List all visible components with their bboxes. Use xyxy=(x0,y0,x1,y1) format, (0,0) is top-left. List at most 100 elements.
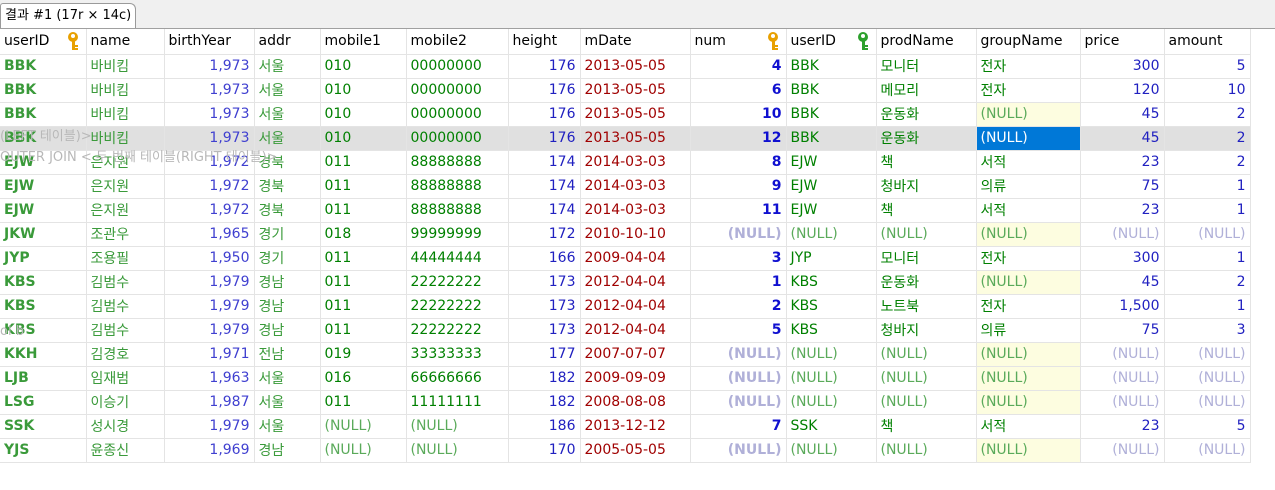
cell-birthyear[interactable]: 1,973 xyxy=(164,54,255,79)
cell-name[interactable]: 바비킴 xyxy=(86,54,165,79)
cell-userid-2[interactable]: (NULL) xyxy=(786,390,877,415)
cell-name[interactable]: 은지원 xyxy=(86,150,165,175)
cell-mdate[interactable]: 2005-05-05 xyxy=(580,438,691,463)
cell-prodname[interactable]: 운동화 xyxy=(876,126,977,151)
cell-userid[interactable]: LSG xyxy=(0,390,87,415)
cell-mdate[interactable]: 2013-05-05 xyxy=(580,54,691,79)
cell-prodname[interactable]: (NULL) xyxy=(876,222,977,247)
cell-mobile2[interactable]: 99999999 xyxy=(406,222,509,247)
cell-addr[interactable]: 전남 xyxy=(254,342,321,367)
cell-amount[interactable]: 5 xyxy=(1164,54,1251,79)
cell-price[interactable]: 300 xyxy=(1080,54,1165,79)
cell-mobile2[interactable]: (NULL) xyxy=(406,438,509,463)
column-header-price[interactable]: price xyxy=(1080,29,1165,55)
cell-num[interactable]: 7 xyxy=(690,414,787,439)
cell-mobile1[interactable]: 010 xyxy=(320,102,407,127)
cell-userid-2[interactable]: (NULL) xyxy=(786,366,877,391)
cell-name[interactable]: 바비킴 xyxy=(86,126,165,151)
cell-groupname[interactable]: 전자 xyxy=(976,246,1081,271)
cell-num[interactable]: 5 xyxy=(690,318,787,343)
cell-userid-2[interactable]: (NULL) xyxy=(786,222,877,247)
cell-addr[interactable]: 경남 xyxy=(254,438,321,463)
cell-name[interactable]: 조관우 xyxy=(86,222,165,247)
cell-mdate[interactable]: 2012-04-04 xyxy=(580,294,691,319)
cell-birthyear[interactable]: 1,965 xyxy=(164,222,255,247)
cell-addr[interactable]: 경기 xyxy=(254,222,321,247)
cell-price[interactable]: 120 xyxy=(1080,78,1165,103)
cell-name[interactable]: 김범수 xyxy=(86,318,165,343)
cell-userid-2[interactable]: (NULL) xyxy=(786,438,877,463)
cell-mobile2[interactable]: 11111111 xyxy=(406,390,509,415)
cell-amount[interactable]: 2 xyxy=(1164,126,1251,151)
cell-name[interactable]: 김범수 xyxy=(86,294,165,319)
cell-userid-2[interactable]: EJW xyxy=(786,150,877,175)
cell-num[interactable]: 2 xyxy=(690,294,787,319)
cell-amount[interactable]: 2 xyxy=(1164,270,1251,295)
cell-userid-2[interactable]: BBK xyxy=(786,102,877,127)
table-row[interactable]: KBS 김범수 1,979 경남 011 22222222 173 2012-04-04 5 KB… xyxy=(0,318,1251,343)
cell-mdate[interactable]: 2013-05-05 xyxy=(580,102,691,127)
cell-price[interactable]: 23 xyxy=(1080,198,1165,223)
cell-mobile1[interactable]: 019 xyxy=(320,342,407,367)
cell-mdate[interactable]: 2014-03-03 xyxy=(580,198,691,223)
cell-price[interactable]: (NULL) xyxy=(1080,342,1165,367)
cell-mobile1[interactable]: 011 xyxy=(320,294,407,319)
column-header-amount[interactable]: amount xyxy=(1164,29,1251,55)
cell-num[interactable]: 8 xyxy=(690,150,787,175)
cell-amount[interactable]: 1 xyxy=(1164,294,1251,319)
column-header-birthyear[interactable]: birthYear xyxy=(164,29,255,55)
cell-userid-2[interactable]: BBK xyxy=(786,54,877,79)
cell-groupname[interactable]: 서적 xyxy=(976,414,1081,439)
column-header-name[interactable]: name xyxy=(86,29,165,55)
cell-birthyear[interactable]: 1,969 xyxy=(164,438,255,463)
cell-mdate[interactable]: 2009-09-09 xyxy=(580,366,691,391)
cell-userid[interactable]: JYP xyxy=(0,246,87,271)
cell-mobile1[interactable]: 010 xyxy=(320,78,407,103)
cell-num[interactable]: 4 xyxy=(690,54,787,79)
table-row[interactable]: EJW 은지원 1,972 경북 011 88888888 174 2014-03-03 8 EJ… xyxy=(0,150,1251,175)
cell-amount[interactable]: 2 xyxy=(1164,102,1251,127)
cell-groupname[interactable]: 서적 xyxy=(976,150,1081,175)
cell-addr[interactable]: 경북 xyxy=(254,174,321,199)
cell-groupname[interactable]: (NULL) xyxy=(976,102,1081,127)
table-row[interactable]: JYP 조용필 1,950 경기 011 44444444 166 2009-04-04 3 JY… xyxy=(0,246,1251,271)
cell-height[interactable]: 174 xyxy=(508,150,581,175)
cell-userid[interactable]: EJW xyxy=(0,198,87,223)
cell-mdate[interactable]: 2013-05-05 xyxy=(580,78,691,103)
cell-userid-2[interactable]: KBS xyxy=(786,270,877,295)
cell-height[interactable]: 176 xyxy=(508,54,581,79)
cell-groupname[interactable]: 의류 xyxy=(976,318,1081,343)
cell-userid-2[interactable]: BBK xyxy=(786,78,877,103)
table-row[interactable]: EJW 은지원 1,972 경북 011 88888888 174 2014-03-03 11 E… xyxy=(0,198,1251,223)
cell-mdate[interactable]: 2007-07-07 xyxy=(580,342,691,367)
cell-userid[interactable]: KBS xyxy=(0,318,87,343)
table-row[interactable]: YJS 윤종신 1,969 경남 (NULL) (NULL) 170 2005-05-05 (N… xyxy=(0,438,1251,463)
cell-prodname[interactable]: 모니터 xyxy=(876,246,977,271)
cell-mobile1[interactable]: 011 xyxy=(320,174,407,199)
cell-groupname[interactable]: (NULL) xyxy=(976,270,1081,295)
cell-birthyear[interactable]: 1,979 xyxy=(164,318,255,343)
cell-addr[interactable]: 서울 xyxy=(254,102,321,127)
cell-amount[interactable]: (NULL) xyxy=(1164,438,1251,463)
cell-mobile2[interactable]: 33333333 xyxy=(406,342,509,367)
column-header-addr[interactable]: addr xyxy=(254,29,321,55)
cell-amount[interactable]: 10 xyxy=(1164,78,1251,103)
cell-height[interactable]: 174 xyxy=(508,174,581,199)
cell-addr[interactable]: 경북 xyxy=(254,150,321,175)
cell-height[interactable]: 186 xyxy=(508,414,581,439)
cell-mobile1[interactable]: 010 xyxy=(320,54,407,79)
column-header-groupname[interactable]: groupName xyxy=(976,29,1081,55)
cell-amount[interactable]: (NULL) xyxy=(1164,222,1251,247)
cell-mobile2[interactable]: 00000000 xyxy=(406,78,509,103)
cell-userid[interactable]: LJB xyxy=(0,366,87,391)
cell-prodname[interactable]: 청바지 xyxy=(876,174,977,199)
cell-groupname[interactable]: (NULL) xyxy=(976,438,1081,463)
cell-mobile1[interactable]: 011 xyxy=(320,390,407,415)
cell-mdate[interactable]: 2010-10-10 xyxy=(580,222,691,247)
cell-mobile1[interactable]: 011 xyxy=(320,198,407,223)
cell-userid-2[interactable]: (NULL) xyxy=(786,342,877,367)
cell-name[interactable]: 임재범 xyxy=(86,366,165,391)
cell-price[interactable]: 23 xyxy=(1080,150,1165,175)
cell-amount[interactable]: (NULL) xyxy=(1164,390,1251,415)
cell-prodname[interactable]: 운동화 xyxy=(876,102,977,127)
